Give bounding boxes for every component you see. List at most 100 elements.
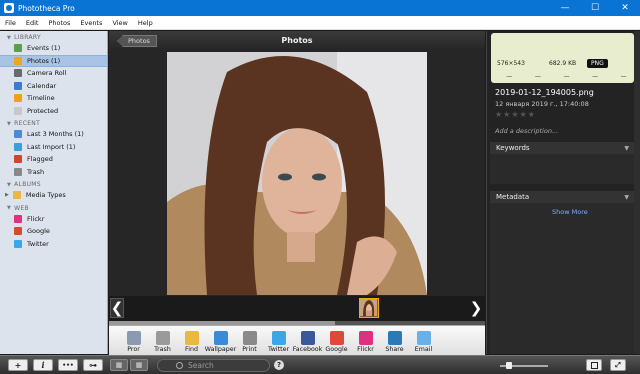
sidebar-item-calendar[interactable]: Calendar [0,80,107,93]
close-button[interactable]: ✕ [610,0,640,16]
keywords-header[interactable]: Keywords ▼ [490,142,634,154]
albums-header[interactable]: ▼ ALBUMS [0,178,107,189]
sidebar-item-label: Photos (1) [27,56,61,65]
google-button[interactable]: Google [322,331,351,355]
description-field[interactable]: Add a description... [495,127,558,135]
help-button[interactable]: ? [274,360,284,370]
trash-icon [14,167,22,176]
library-header[interactable]: ▼ LIBRARY [0,31,107,42]
sidebar-item-last-3-months-1[interactable]: Last 3 Months (1) [0,128,107,141]
stat-value: — [620,73,627,80]
sidebar-item-camera-roll[interactable]: Camera Roll [0,67,107,80]
sidebar-item-label: Google [27,227,50,236]
sidebar-item-label: Flickr [27,214,45,223]
menu-photos[interactable]: Photos [43,19,75,27]
next-photo-button[interactable]: ❯ [469,298,483,318]
search-field[interactable]: Search [157,359,270,372]
more-button[interactable]: ••• [58,359,78,371]
wallpaper-button[interactable]: Wallpaper [204,331,237,355]
sidebar-item-label: Media Types [25,191,66,200]
sidebar-item-timeline[interactable]: Timeline [0,92,107,105]
google-icon [329,331,344,345]
show-more-link[interactable]: Show More [552,208,588,216]
filmstrip-thumbnail[interactable] [359,298,379,318]
file-size: 682.9 KB [549,60,577,67]
filmstrip: ❮ ❯ [109,296,485,321]
protected-icon [14,106,22,115]
flag-icon [14,155,22,164]
grid-view-button[interactable]: ▦ [110,359,128,371]
file-name[interactable]: 2019-01-12_194005.png [495,88,594,97]
sidebar-item-flickr[interactable]: Flickr [0,213,107,226]
collapse-icon: ▼ [624,144,629,152]
print-preview-icon [126,331,141,345]
key-button[interactable]: ⊶ [83,359,103,371]
grid-icon: ▦ [115,361,123,369]
sidebar-item-last-import-1[interactable]: Last Import (1) [0,141,107,154]
tool-label: Wallpaper [204,346,237,353]
collapse-icon: ▼ [7,120,12,127]
square-icon [590,361,598,369]
zoom-slider-knob[interactable] [506,362,512,369]
menu-help[interactable]: Help [133,19,158,27]
main-photo[interactable] [167,52,427,295]
menu-file[interactable]: File [0,19,21,27]
web-header[interactable]: ▼ WEB [0,202,107,213]
minimize-button[interactable]: — [550,0,580,16]
sidebar-item-trash[interactable]: Trash [0,166,107,179]
facebook-button[interactable]: Facebook [293,331,322,355]
maximize-button[interactable]: ☐ [580,0,610,16]
sidebar-item-google[interactable]: Google [0,225,107,238]
sidebar-item-media-types[interactable]: ▶ Media Types [0,189,107,202]
recent-header[interactable]: ▼ RECENT [0,117,107,128]
tool-label: Google [325,346,348,353]
share-button[interactable]: Share [380,331,409,355]
trash-button[interactable]: Trash [148,331,177,355]
twitter-icon [14,239,22,248]
keywords-body[interactable] [490,154,634,184]
sidebar-item-photos-1[interactable]: Photos (1) [0,54,107,67]
sidebar-item-events-1[interactable]: Events (1) [0,42,107,55]
pror-button[interactable]: Pror [119,331,148,355]
info-button[interactable]: i [33,359,53,371]
flickr-button[interactable]: Flickr [351,331,380,355]
sidebar-item-twitter[interactable]: Twitter [0,238,107,251]
bottom-bar: + i ••• ⊶ ▦ ▦ Search ? ⤢ [0,355,640,374]
back-button[interactable]: Photos [117,35,157,47]
menu-events[interactable]: Events [75,19,107,27]
fullscreen-button[interactable] [586,359,602,371]
google-icon [14,227,22,236]
stat-value: — [592,73,599,80]
expand-icon[interactable]: ▶ [5,192,9,198]
list-icon: ▦ [135,361,143,369]
menu-edit[interactable]: Edit [21,19,44,27]
email-button[interactable]: Email [409,331,438,355]
rating-stars[interactable]: ★★★★★ [495,110,536,119]
zoom-slider[interactable] [500,362,548,369]
twitter-button[interactable]: Twitter [264,331,293,355]
menu-view[interactable]: View [107,19,132,27]
sidebar-item-flagged[interactable]: Flagged [0,153,107,166]
sidebar-item-protected[interactable]: Protected [0,105,107,118]
title-bar: Phototheca Pro — ☐ ✕ [0,0,640,16]
tool-label: Print [242,346,257,353]
collapse-icon: ▼ [624,193,629,201]
info-panel-scrollbar[interactable] [634,31,640,354]
sidebar-item-label: Calendar [27,81,57,90]
sidebar-item-label: Protected [27,106,59,115]
print-button[interactable]: Print [235,331,264,355]
list-view-button[interactable]: ▦ [130,359,148,371]
tool-label: Flickr [357,346,374,353]
prev-photo-button[interactable]: ❮ [110,298,124,318]
wallpaper-icon [213,331,228,345]
stat-value: — [534,73,541,80]
find-button[interactable]: Find [177,331,206,355]
metadata-header[interactable]: Metadata ▼ [490,191,634,203]
histogram-stats: — — — — — [495,73,638,83]
facebook-icon [300,331,315,345]
share-icon [387,331,402,345]
find-icon [184,331,199,345]
add-button[interactable]: + [8,359,28,371]
window-mode-button[interactable]: ⤢ [610,359,626,371]
tool-label: Find [185,346,198,353]
